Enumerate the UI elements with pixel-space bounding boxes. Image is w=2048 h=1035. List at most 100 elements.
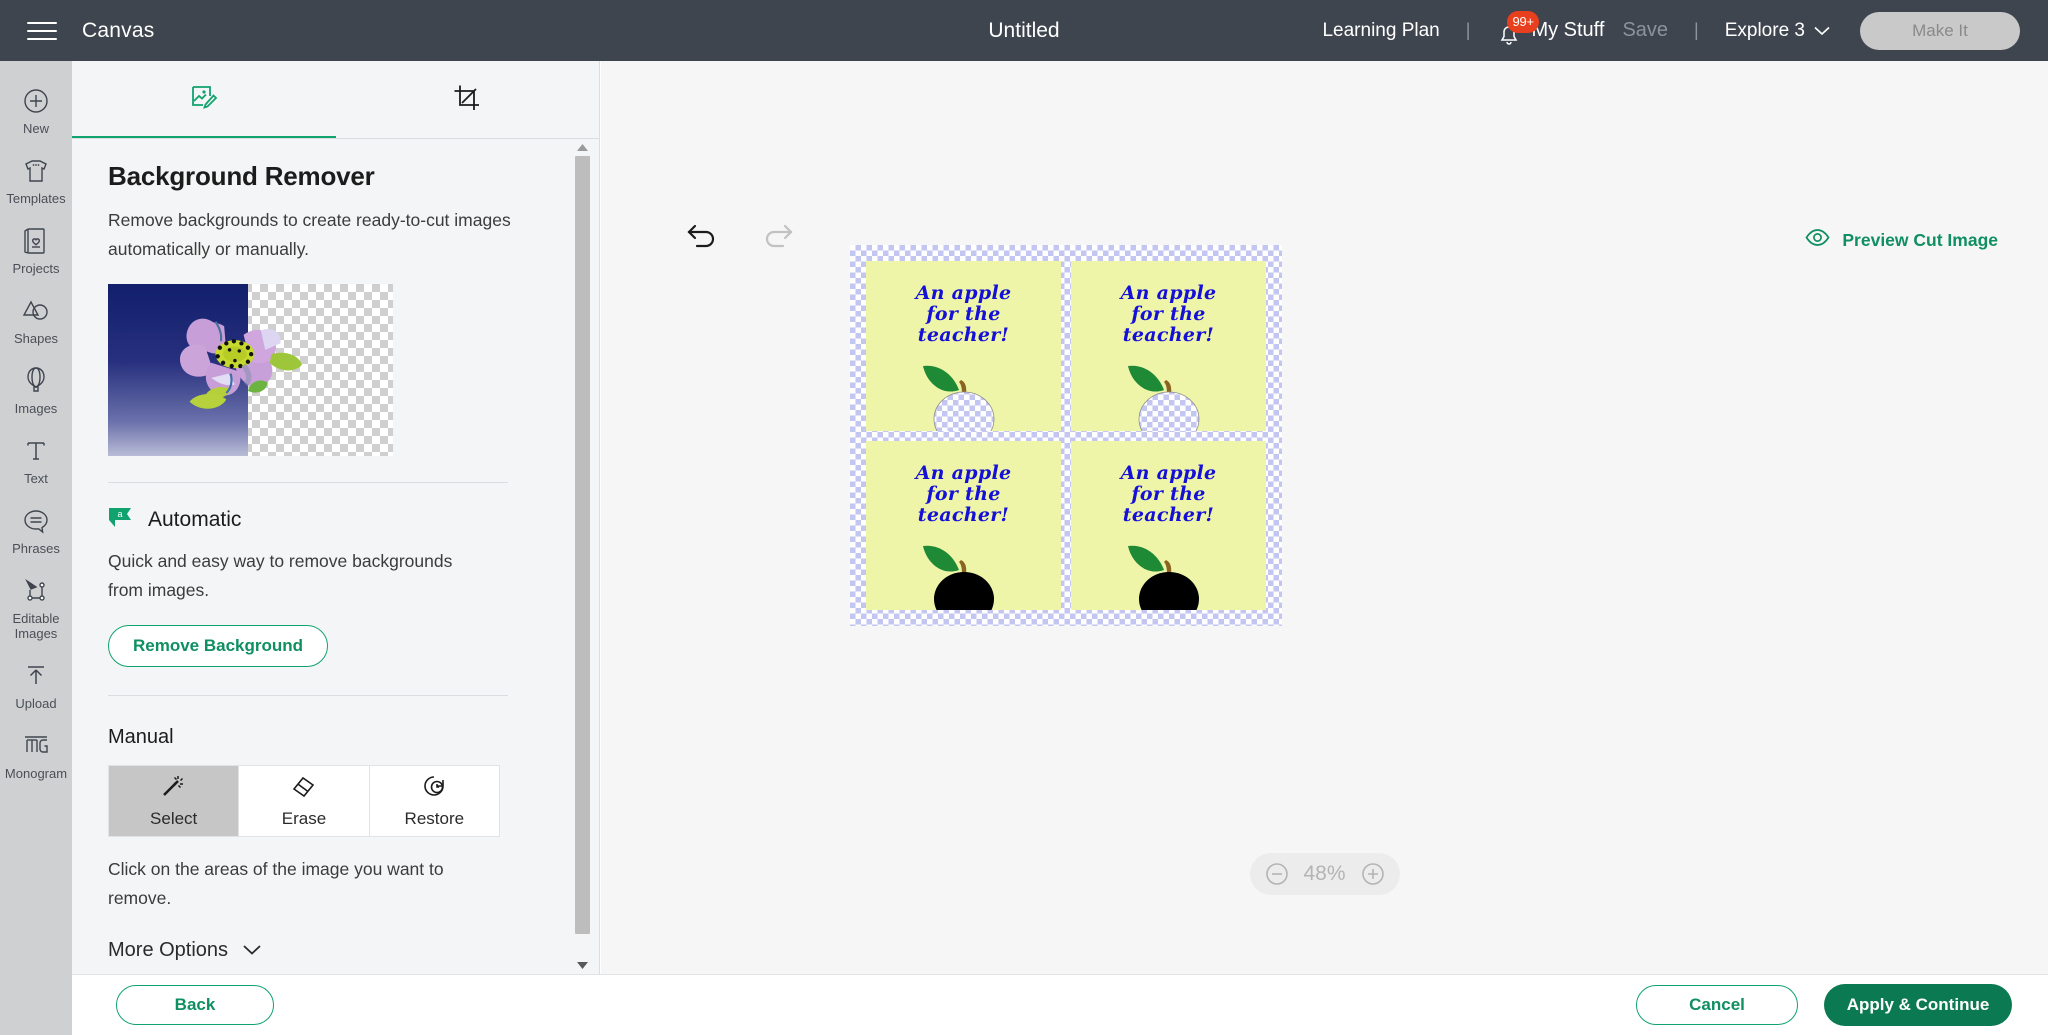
- eraser-icon: [291, 774, 317, 803]
- manual-section-title: Manual: [108, 726, 174, 748]
- image-pencil-icon: [189, 83, 219, 118]
- upload-arrow-icon: [21, 661, 51, 691]
- panel-description: Remove backgrounds to create ready-to-cu…: [108, 210, 511, 259]
- sidebar-item-upload[interactable]: Upload: [0, 650, 72, 720]
- learning-plan-link[interactable]: Learning Plan: [1322, 20, 1439, 42]
- explore-dropdown[interactable]: Explore 3: [1725, 20, 1830, 42]
- cancel-button[interactable]: Cancel: [1636, 985, 1798, 1025]
- tool-erase[interactable]: Erase: [239, 766, 370, 836]
- panel-scroll-area: Background Remover Remove backgrounds to…: [72, 139, 600, 974]
- sidebar-label-shapes: Shapes: [13, 331, 59, 346]
- eye-icon: [1805, 229, 1830, 251]
- manual-tool-group: Select Erase Restore: [108, 765, 500, 837]
- sidebar-label-upload: Upload: [15, 696, 57, 711]
- sidebar-item-images[interactable]: Images: [0, 355, 72, 425]
- sidebar-item-editable-images[interactable]: Editable Images: [0, 565, 72, 650]
- card-heart-icon: [21, 226, 51, 256]
- sidebar-item-shapes[interactable]: Shapes: [0, 285, 72, 355]
- monogram-mg-icon: [21, 731, 51, 761]
- zoom-out-button[interactable]: [1263, 861, 1289, 887]
- design-card[interactable]: An apple for the teacher!: [866, 440, 1061, 610]
- tab-edit-image[interactable]: [72, 61, 336, 139]
- panel-scrollbar[interactable]: [574, 139, 591, 974]
- sidebar-label-phrases: Phrases: [12, 541, 60, 556]
- text-t-icon: [21, 436, 51, 466]
- scroll-up-arrow-icon[interactable]: [574, 139, 591, 156]
- sidebar-label-new: New: [22, 121, 49, 136]
- sidebar-item-templates[interactable]: Templates: [0, 145, 72, 215]
- separator-2: |: [1694, 20, 1699, 40]
- chevron-down-icon: [1814, 20, 1830, 42]
- design-card[interactable]: An apple for the teacher!: [1071, 261, 1266, 431]
- plus-circle-icon: [21, 86, 51, 116]
- zoom-level: 48%: [1303, 862, 1346, 885]
- undo-arrow-icon[interactable]: [686, 221, 720, 255]
- card-text-line: An apple: [915, 461, 1012, 484]
- sidebar-label-projects: Projects: [12, 261, 60, 276]
- sidebar-item-projects[interactable]: Projects: [0, 215, 72, 285]
- design-card[interactable]: An apple for the teacher!: [866, 261, 1061, 431]
- hamburger-menu-icon[interactable]: [20, 9, 64, 53]
- apple-graphic-black: [909, 536, 1019, 610]
- automatic-badge-icon: a: [108, 507, 134, 533]
- make-it-button[interactable]: Make It: [1860, 11, 2020, 50]
- notification-badge: 99+: [1507, 10, 1539, 33]
- tool-restore-label: Restore: [404, 808, 465, 828]
- crop-icon: [453, 84, 481, 117]
- separator-1: |: [1465, 20, 1471, 40]
- more-options-toggle[interactable]: More Options: [108, 939, 528, 962]
- scrollbar-thumb[interactable]: [575, 156, 590, 934]
- artboard[interactable]: An apple for the teacher! An apple for t…: [850, 245, 1282, 626]
- background-remover-panel: Background Remover Remove backgrounds to…: [72, 61, 600, 974]
- card-text-line: for the: [1131, 482, 1206, 505]
- tab-crop[interactable]: [336, 61, 600, 139]
- notifications-bell[interactable]: 99+: [1496, 10, 1539, 46]
- apple-graphic-black: [1114, 536, 1224, 610]
- tool-erase-label: Erase: [281, 808, 327, 828]
- automatic-title: Automatic: [148, 508, 242, 531]
- restore-clock-icon: [421, 774, 447, 803]
- back-button[interactable]: Back: [116, 985, 274, 1025]
- shapes-icon: [21, 296, 51, 326]
- divider-1: [108, 482, 508, 483]
- card-text: An apple for the teacher!: [1071, 462, 1266, 526]
- card-text: An apple for the teacher!: [866, 283, 1061, 346]
- sidebar-label-templates: Templates: [6, 191, 66, 206]
- design-card[interactable]: An apple for the teacher!: [1071, 440, 1266, 610]
- sidebar-label-images: Images: [14, 401, 58, 416]
- sidebar-item-new[interactable]: New: [0, 75, 72, 145]
- sidebar-label-editable-images: Editable Images: [12, 611, 60, 641]
- automatic-description: Quick and easy way to remove backgrounds…: [108, 551, 453, 600]
- apple-graphic-transparent: [1114, 356, 1224, 431]
- magic-wand-icon: [161, 774, 187, 803]
- sidebar-item-text[interactable]: Text: [0, 425, 72, 495]
- sidebar-item-phrases[interactable]: Phrases: [0, 495, 72, 565]
- card-text: An apple for the teacher!: [1071, 283, 1266, 346]
- my-stuff-link[interactable]: My Stuff: [1531, 19, 1604, 42]
- card-text-line: An apple: [1120, 282, 1217, 304]
- apply-continue-button[interactable]: Apply & Continue: [1824, 984, 2012, 1026]
- save-button[interactable]: Save: [1622, 19, 1668, 42]
- sidebar-label-text: Text: [24, 471, 48, 486]
- apple-graphic-transparent: [909, 356, 1019, 431]
- divider-2: [108, 695, 508, 696]
- redo-arrow-icon: [760, 221, 794, 255]
- panel-tabs: [72, 61, 599, 139]
- svg-text:a: a: [118, 509, 123, 519]
- hot-air-balloon-icon: [21, 366, 51, 396]
- history-controls: [686, 221, 794, 255]
- preview-cut-image-button[interactable]: Preview Cut Image: [1805, 229, 1998, 251]
- sidebar-item-monogram[interactable]: Monogram: [0, 720, 72, 790]
- zoom-in-button[interactable]: [1360, 861, 1386, 887]
- card-text-line: teacher!: [1122, 503, 1215, 526]
- remove-background-button[interactable]: Remove Background: [108, 625, 329, 667]
- speech-bubble-icon: [21, 506, 51, 536]
- tool-restore[interactable]: Restore: [369, 766, 499, 836]
- page-title: Background Remover: [108, 161, 375, 191]
- scroll-down-arrow-icon[interactable]: [574, 957, 591, 974]
- sidebar-label-monogram: Monogram: [4, 766, 68, 781]
- tool-select[interactable]: Select: [109, 766, 240, 836]
- card-text-line: teacher!: [917, 324, 1010, 346]
- more-options-label: More Options: [108, 939, 229, 961]
- chevron-down-icon: [242, 939, 262, 962]
